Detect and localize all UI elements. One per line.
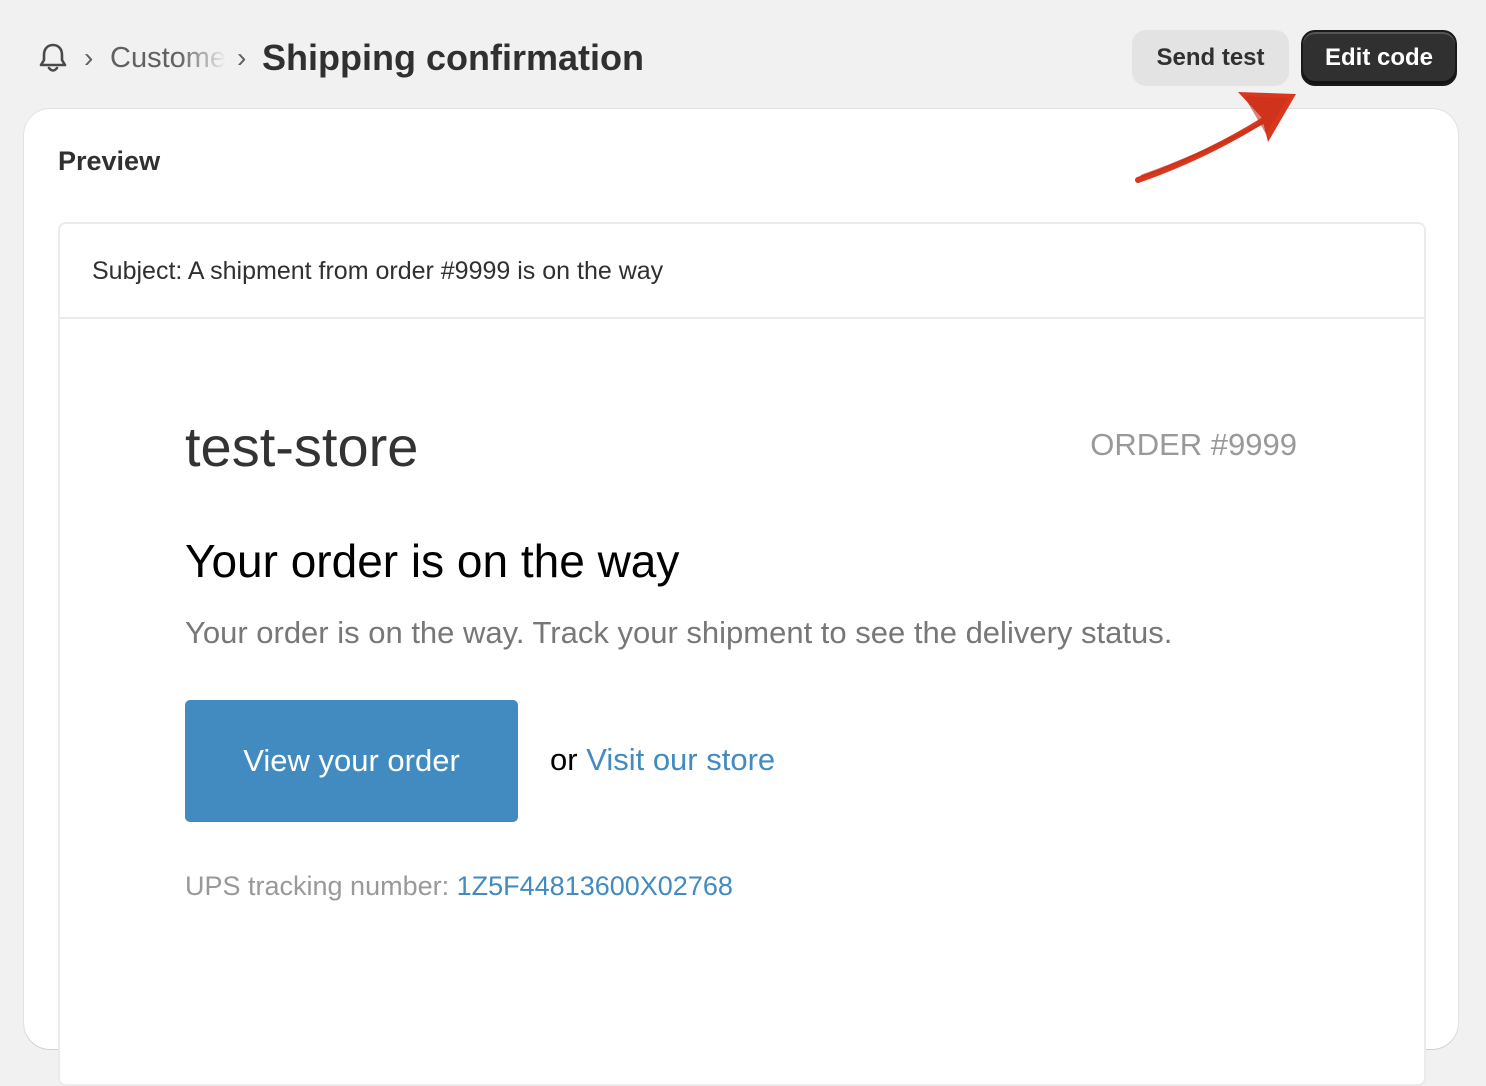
- preview-card: Preview Subject: A shipment from order #…: [24, 109, 1458, 1086]
- order-number: ORDER #9999: [1090, 427, 1297, 462]
- tracking-number-link[interactable]: 1Z5F44813600X02768: [457, 871, 733, 901]
- tracking-label: UPS tracking number:: [185, 871, 450, 901]
- preview-title: Preview: [58, 146, 161, 176]
- page-title: Shipping confirmation: [262, 37, 644, 78]
- breadcrumb-separator: ›: [84, 42, 94, 73]
- page-header: › Customer notifications › Shipping conf…: [0, 0, 1486, 110]
- store-name: test-store: [185, 415, 419, 478]
- tracking-info: UPS tracking number: 1Z5F44813600X02768: [185, 868, 733, 904]
- send-test-button[interactable]: Send test: [1132, 30, 1289, 86]
- visit-store-link[interactable]: Visit our store: [586, 742, 775, 777]
- email-subject: Subject: A shipment from order #9999 is …: [60, 224, 1424, 319]
- view-order-button[interactable]: View your order: [185, 700, 518, 822]
- breadcrumb-parent-link[interactable]: Customer notifications: [110, 40, 226, 76]
- or-text: or: [550, 742, 578, 777]
- visit-store-line: or Visit our store: [550, 740, 775, 780]
- bell-icon[interactable]: [36, 40, 70, 76]
- email-preview-frame: Subject: A shipment from order #9999 is …: [58, 222, 1426, 1086]
- edit-code-button[interactable]: Edit code: [1301, 30, 1457, 86]
- email-message: Your order is on the way. Track your shi…: [185, 615, 1173, 650]
- email-heading: Your order is on the way: [185, 535, 680, 587]
- breadcrumb-separator: ›: [237, 42, 247, 73]
